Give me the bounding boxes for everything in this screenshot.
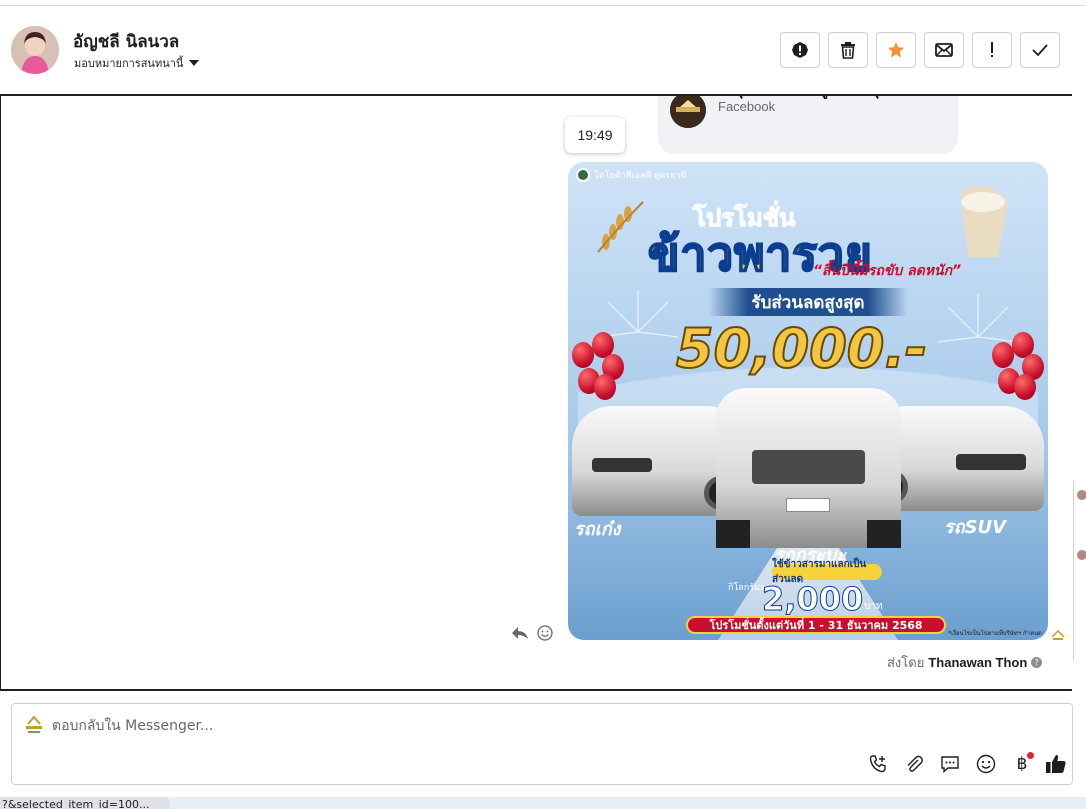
baht-icon[interactable]: ฿ bbox=[1010, 752, 1034, 776]
delete-button[interactable] bbox=[828, 32, 868, 68]
side-avatar-1[interactable] bbox=[1077, 490, 1086, 500]
notification-dot bbox=[1027, 752, 1034, 759]
phone-plus-icon[interactable] bbox=[866, 752, 890, 776]
label-suv: รถSUV bbox=[944, 517, 1007, 538]
mark-done-button[interactable] bbox=[1020, 32, 1060, 68]
page-small-logo-icon bbox=[1050, 628, 1066, 642]
message-timestamp: 19:49 bbox=[565, 117, 625, 153]
license-plate bbox=[786, 498, 830, 512]
page-avatar-icon bbox=[20, 714, 48, 736]
reply-quote-card[interactable]: วิทยุเมลลอ่ง โยคคูณโยค มุดร Facebook bbox=[658, 96, 958, 154]
promo-pill: ใช้ข้าวสารมาแลกเป็นส่วนลด bbox=[772, 559, 882, 585]
promo-price: 2,000 bbox=[761, 580, 864, 619]
sent-by-name: Thanawan Thon bbox=[928, 655, 1028, 670]
star-icon bbox=[888, 42, 904, 58]
follow-up-button[interactable] bbox=[972, 32, 1012, 68]
paperclip-icon[interactable] bbox=[902, 752, 926, 776]
star-button[interactable] bbox=[876, 32, 916, 68]
page-thumbnail bbox=[670, 96, 706, 128]
reply-arrow-icon[interactable] bbox=[511, 624, 529, 642]
message-thread[interactable]: วิทยุเมลลอ่ง โยคคูณโยค มุดร Facebook 19:… bbox=[0, 94, 1072, 691]
contact-avatar[interactable] bbox=[11, 26, 59, 74]
conversation-header: อัญชลี นิลนวล มอบหมายการสนทนานี้ bbox=[0, 6, 1086, 94]
promo-subtitle: “สิ้นปีนี้มีรถขับ ลดหนัก” bbox=[813, 263, 962, 279]
side-panel-peek bbox=[1073, 480, 1086, 660]
promo-date-banner: โปรโมชั่นตั้งแต่วันที่ 1 - 31 ธันวาคม 25… bbox=[686, 616, 946, 634]
reply-input[interactable] bbox=[52, 714, 652, 738]
inbox-conversation-view: อัญชลี นิลนวล มอบหมายการสนทนานี้ Faceboo… bbox=[0, 0, 1086, 809]
truck-tire-right bbox=[867, 520, 901, 548]
thumbs-up-icon[interactable] bbox=[1044, 752, 1068, 776]
mark-spam-button[interactable] bbox=[780, 32, 820, 68]
side-avatar-2[interactable] bbox=[1077, 550, 1086, 560]
react-smiley-icon[interactable] bbox=[536, 624, 554, 642]
sent-by-line: ส่งโดย Thanawan Thon ? bbox=[887, 652, 1043, 673]
page-logo-icon bbox=[670, 96, 706, 128]
promo-discount-band: รับส่วนลดสูงสุด bbox=[708, 288, 908, 316]
envelope-icon bbox=[935, 43, 953, 57]
promo-amount: 50,000.- bbox=[675, 316, 928, 381]
promo-terms-note: *เงื่อนไขเป็นไปตามที่บริษัทฯ กำหนด bbox=[948, 630, 1042, 637]
promo-image-attachment[interactable]: โตโยต้าทีเอสดี ยุดรธานี โปรโมชั่น ข้าวพา… bbox=[568, 162, 1048, 640]
mark-unread-button[interactable] bbox=[924, 32, 964, 68]
exclamation-icon bbox=[991, 42, 993, 57]
label-sedan: รถเก๋ง bbox=[574, 519, 621, 540]
smiley-icon[interactable] bbox=[974, 752, 998, 776]
quote-source: Facebook bbox=[718, 99, 776, 114]
check-icon bbox=[1032, 44, 1048, 56]
truck-tire-left bbox=[716, 520, 750, 548]
exclamation-circle-icon bbox=[792, 42, 808, 58]
assign-label: มอบหมายการสนทนานี้ bbox=[74, 57, 184, 70]
pickup-truck-image bbox=[716, 388, 901, 548]
promo-price-unit: บาท bbox=[864, 601, 883, 612]
assign-conversation-dropdown[interactable]: มอบหมายการสนทนานี้ bbox=[74, 54, 200, 72]
contact-name: อัญชลี นิลนวล bbox=[73, 32, 180, 52]
help-question-icon[interactable]: ? bbox=[1031, 657, 1043, 668]
bottom-area bbox=[170, 797, 1086, 809]
reply-composer: ฿ bbox=[11, 703, 1073, 785]
avatar-photo bbox=[11, 26, 59, 74]
browser-status-bar: ?&selected_item_id=100... bbox=[0, 797, 170, 809]
sent-by-prefix: ส่งโดย bbox=[887, 656, 925, 671]
caret-down-icon bbox=[189, 60, 200, 66]
chat-bubble-icon[interactable] bbox=[938, 752, 962, 776]
trash-icon bbox=[841, 42, 855, 59]
promo-page-badge: โตโยต้าทีเอสดี ยุดรธานี bbox=[576, 168, 687, 182]
